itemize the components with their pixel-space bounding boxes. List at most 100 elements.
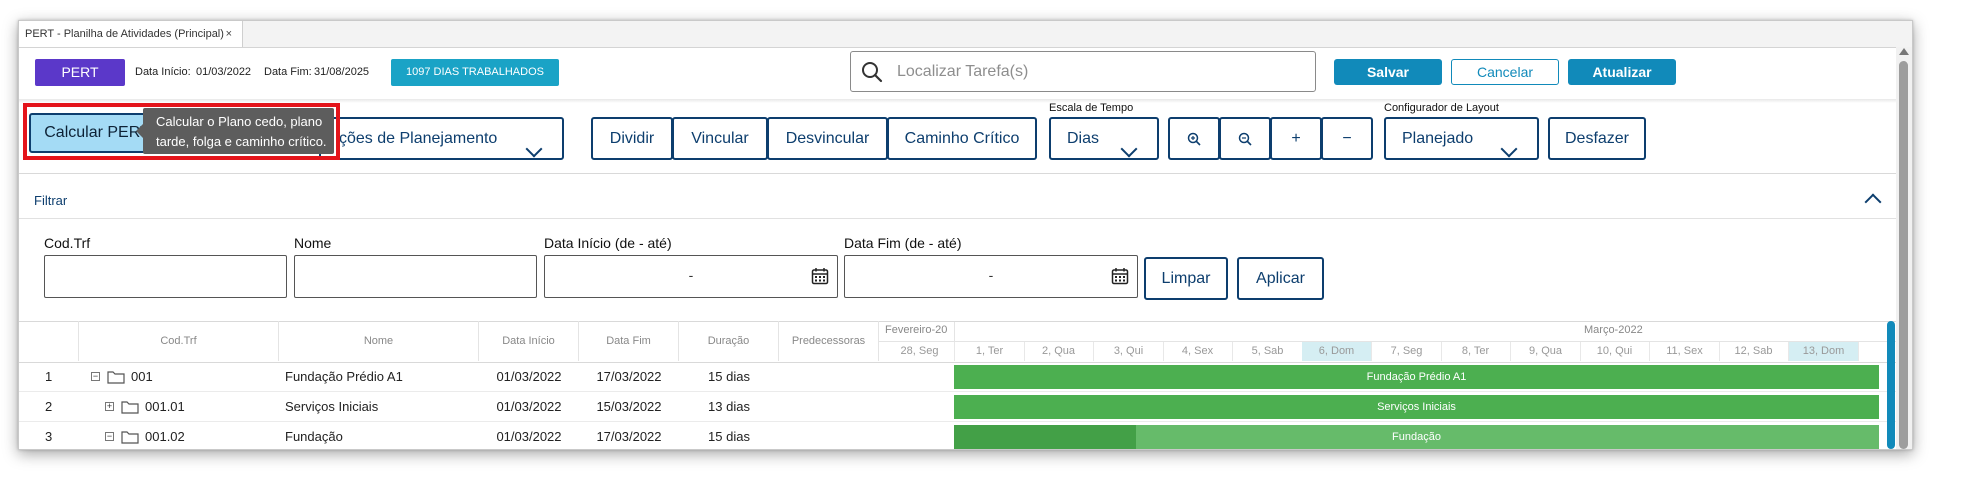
collapse-icon[interactable]: − bbox=[105, 432, 114, 441]
apply-filter-button[interactable]: Aplicar bbox=[1237, 257, 1324, 300]
folder-icon bbox=[107, 371, 125, 384]
gantt-bar[interactable]: Serviços Iniciais bbox=[954, 395, 1879, 419]
layout-config-dropdown[interactable]: Planejado bbox=[1384, 117, 1539, 160]
row-number-header bbox=[19, 321, 79, 361]
scroll-up-arrow[interactable] bbox=[1899, 48, 1909, 55]
column-header-end[interactable]: Data Fim bbox=[579, 321, 679, 361]
timeline-day: 8, Ter bbox=[1441, 342, 1511, 361]
task-name: Serviços Iniciais bbox=[285, 399, 379, 414]
column-header-name[interactable]: Nome bbox=[279, 321, 479, 361]
save-button[interactable]: Salvar bbox=[1334, 59, 1442, 85]
timeline-month-feb: Fevereiro-20 bbox=[885, 324, 948, 336]
code-filter-input[interactable] bbox=[44, 255, 287, 298]
task-start-date: 01/03/2022 bbox=[496, 399, 562, 414]
timeline-day: 5, Sab bbox=[1233, 342, 1303, 361]
zoom-out-button[interactable] bbox=[1219, 117, 1271, 160]
folder-icon bbox=[121, 431, 139, 444]
unlink-button[interactable]: Desvincular bbox=[767, 117, 888, 160]
layout-config-label: Configurador de Layout bbox=[1384, 102, 1499, 114]
column-header-predecessors[interactable]: Predecessoras bbox=[779, 321, 879, 361]
link-button[interactable]: Vincular bbox=[672, 117, 768, 160]
time-scale-label: Escala de Tempo bbox=[1049, 102, 1134, 114]
tab-pert-planilha[interactable]: PERT - Planilha de Atividades (Principal… bbox=[19, 21, 243, 47]
column-header-start[interactable]: Data Início bbox=[479, 321, 579, 361]
timeline-scroll-indicator[interactable] bbox=[1887, 321, 1895, 449]
vertical-scrollbar[interactable] bbox=[1896, 47, 1912, 449]
row-number: 2 bbox=[45, 399, 53, 414]
task-start-date: 01/03/2022 bbox=[496, 369, 562, 384]
end-date-label: Data Fim: bbox=[264, 66, 312, 78]
toolbar-divider bbox=[19, 173, 1896, 174]
planning-options-label: ções de Planejamento bbox=[339, 130, 498, 147]
cancel-button[interactable]: Cancelar bbox=[1451, 59, 1559, 85]
collapse-icon[interactable]: − bbox=[91, 372, 100, 381]
chevron-down-icon bbox=[525, 140, 543, 158]
task-end-date: 17/03/2022 bbox=[596, 429, 662, 444]
end-range-input[interactable]: - bbox=[844, 255, 1138, 298]
time-scale-value: Dias bbox=[1067, 130, 1100, 147]
tab-bar: PERT - Planilha de Atividades (Principal… bbox=[19, 21, 1912, 48]
worked-days-badge: 1097 DIAS TRABALHADOS bbox=[391, 59, 559, 86]
pert-badge: PERT bbox=[35, 59, 125, 86]
calendar-icon[interactable] bbox=[1111, 267, 1129, 285]
table-row[interactable]: 2 +001.01 Serviços Iniciais 01/03/2022 15/03… bbox=[19, 392, 1896, 422]
timeline-day: 7, Seg bbox=[1372, 342, 1442, 361]
timeline-day: 6, Dom bbox=[1302, 342, 1372, 361]
row-number: 1 bbox=[45, 369, 53, 384]
search-task-input[interactable] bbox=[895, 60, 1299, 84]
timeline-day: 11, Sex bbox=[1650, 342, 1720, 361]
scrollbar-thumb[interactable] bbox=[1899, 61, 1908, 449]
end-range-placeholder: - bbox=[988, 267, 994, 283]
task-name: Fundação Prédio A1 bbox=[285, 369, 403, 384]
timeline-day: 2, Qua bbox=[1024, 342, 1094, 361]
filter-divider bbox=[19, 218, 1896, 219]
timeline-day: 4, Sex bbox=[1163, 342, 1233, 361]
task-start-date: 01/03/2022 bbox=[496, 429, 562, 444]
split-button[interactable]: Dividir bbox=[591, 117, 673, 160]
gantt-bar[interactable]: Fundação Prédio A1 bbox=[954, 365, 1879, 389]
update-button[interactable]: Atualizar bbox=[1568, 59, 1676, 85]
time-scale-dropdown[interactable]: Dias bbox=[1049, 117, 1159, 160]
table-row[interactable]: 3 − 001.02 Fundação 01/03/2022 17/03/2022 15 d… bbox=[19, 422, 1896, 449]
timeline-day: 9, Qua bbox=[1511, 342, 1581, 361]
search-task-box[interactable] bbox=[850, 51, 1316, 92]
filter-title[interactable]: Filtrar bbox=[34, 193, 67, 208]
zoom-in-button[interactable] bbox=[1168, 117, 1220, 160]
tab-title: PERT - Planilha de Atividades (Principal… bbox=[25, 28, 224, 40]
timeline-day: 12, Sab bbox=[1719, 342, 1789, 361]
start-range-placeholder: - bbox=[688, 267, 694, 283]
search-icon bbox=[862, 62, 883, 83]
start-range-label: Data Início (de - até) bbox=[544, 235, 672, 251]
table-row[interactable]: 1 − 001 Fundação Prédio A1 01/03/2022 17/03/2… bbox=[19, 362, 1896, 392]
pert-window: PERT - Planilha de Atividades (Principal… bbox=[18, 20, 1913, 450]
task-code: 001.02 bbox=[145, 429, 185, 444]
chevron-up-icon[interactable] bbox=[1864, 193, 1882, 211]
clear-filter-button[interactable]: Limpar bbox=[1144, 257, 1228, 300]
folder-icon bbox=[121, 401, 139, 414]
name-filter-input[interactable] bbox=[294, 255, 537, 298]
gantt-bar[interactable]: Fundação bbox=[954, 425, 1879, 449]
task-duration: 15 dias bbox=[708, 429, 750, 444]
planning-options-dropdown[interactable]: ções de Planejamento bbox=[319, 117, 564, 160]
task-name: Fundação bbox=[285, 429, 343, 444]
start-date-value: 01/03/2022 bbox=[196, 66, 252, 78]
chevron-down-icon bbox=[1120, 140, 1138, 158]
column-header-duration[interactable]: Duração bbox=[679, 321, 779, 361]
critical-path-button[interactable]: Caminho Crítico bbox=[887, 117, 1037, 160]
calendar-icon[interactable] bbox=[811, 267, 829, 285]
task-code: 001.01 bbox=[145, 399, 185, 414]
column-header-code[interactable]: Cod.Trf bbox=[79, 321, 279, 361]
expand-button[interactable]: + bbox=[1270, 117, 1322, 160]
tab-close-icon[interactable]: × bbox=[226, 21, 232, 47]
timeline-day: 1, Ter bbox=[955, 342, 1025, 361]
undo-button[interactable]: Desfazer bbox=[1548, 117, 1646, 160]
start-range-input[interactable]: - bbox=[544, 255, 838, 298]
timeline-month-mar: Março-2022 bbox=[1584, 324, 1643, 336]
timeline-day: 13, Dom bbox=[1789, 342, 1859, 361]
task-duration: 15 dias bbox=[708, 369, 750, 384]
timeline-day: 28, Seg bbox=[885, 342, 955, 361]
zoom-out-icon bbox=[1238, 132, 1252, 146]
collapse-button[interactable]: − bbox=[1321, 117, 1373, 160]
expand-icon[interactable]: + bbox=[105, 402, 114, 411]
chevron-down-icon bbox=[1500, 140, 1518, 158]
